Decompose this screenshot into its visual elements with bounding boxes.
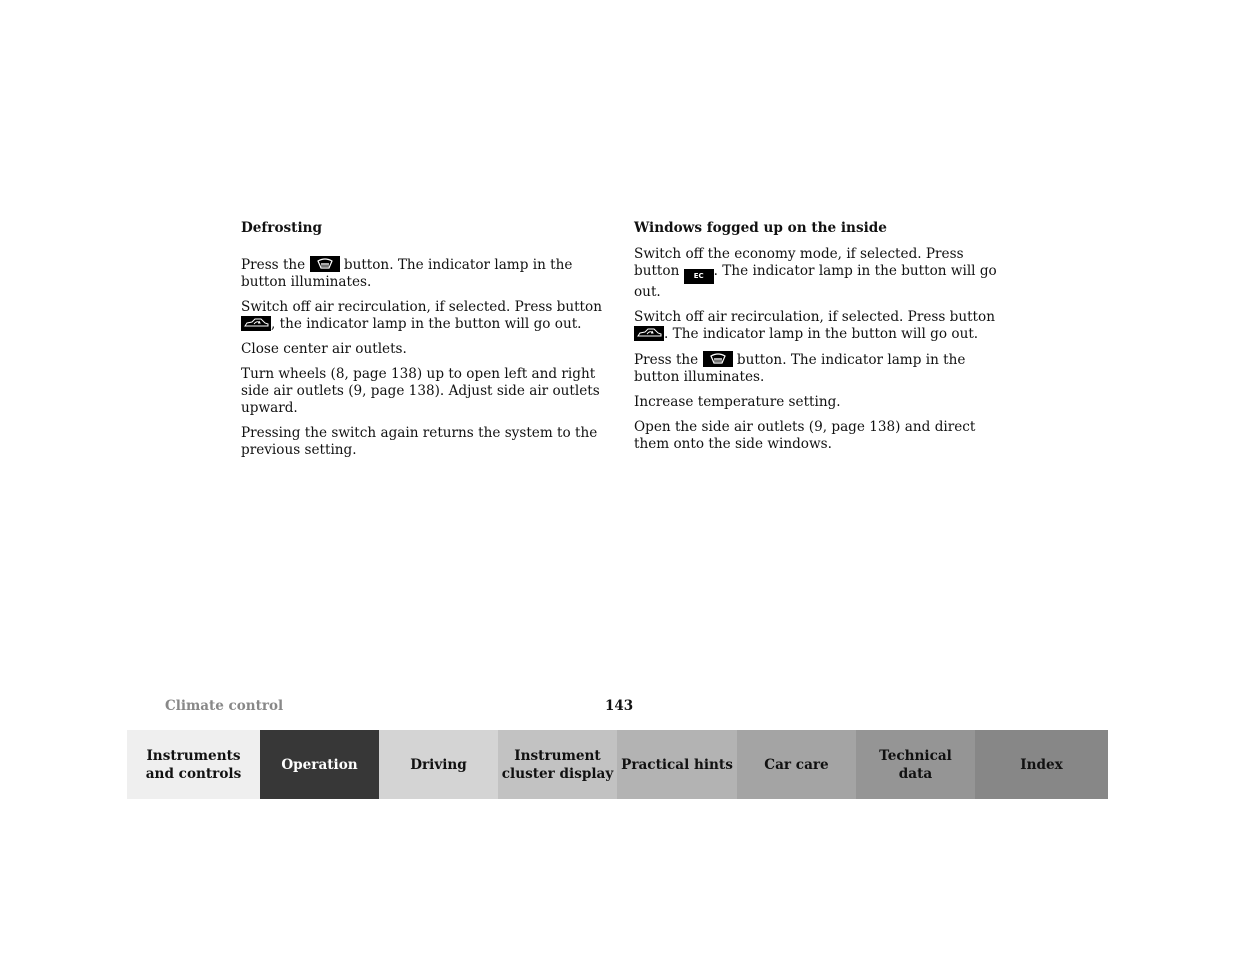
tab-label: Practical hints (621, 756, 733, 773)
tab-driving[interactable]: Driving (379, 730, 498, 799)
tab-label: Technical (879, 747, 952, 764)
text: . The indicator lamp in the button will … (664, 326, 979, 342)
tab-instrument-cluster-display[interactable]: Instrument cluster display (498, 730, 617, 799)
paragraph: Switch off air recirculation, if selecte… (634, 309, 999, 343)
tab-practical-hints[interactable]: Practical hints (617, 730, 737, 799)
defrost-button-icon (702, 351, 733, 367)
paragraph: Switch off air recirculation, if selecte… (241, 299, 611, 333)
section-heading: Windows fogged up on the inside (634, 220, 887, 236)
page-number: 143 (605, 698, 634, 714)
tab-label: Index (1020, 756, 1063, 773)
paragraph: Pressing the switch again returns the sy… (241, 425, 598, 458)
defrost-button-icon (309, 256, 340, 272)
text: Switch off air recirculation, if selecte… (241, 299, 602, 315)
paragraph: Increase temperature setting. (634, 394, 841, 410)
tab-instruments-and-controls[interactable]: Instruments and controls (127, 730, 260, 799)
tab-label: Instrument (514, 747, 601, 764)
economy-button-icon: EC (683, 269, 714, 284)
text: Press the (634, 352, 703, 368)
tab-label: cluster display (501, 765, 614, 782)
tab-label: and controls (145, 765, 242, 782)
section-heading: Defrosting (241, 220, 322, 236)
paragraph: Turn wheels (8, page 138) up to open lef… (241, 366, 600, 416)
tab-label: Instruments (146, 747, 241, 764)
paragraph: Open the side air outlets (9, page 138) … (634, 419, 976, 452)
tab-technical-data[interactable]: Technical data (856, 730, 975, 799)
tab-label: Operation (281, 756, 358, 773)
tab-index[interactable]: Index (975, 730, 1108, 799)
tab-label: data (898, 765, 933, 782)
paragraph: Press the button. The indicator lamp in … (241, 256, 611, 291)
windows-fogged-section: Windows fogged up on the inside Switch o… (634, 220, 999, 461)
text: , the indicator lamp in the button will … (271, 316, 582, 332)
paragraph: Close center air outlets. (241, 341, 407, 357)
text: Switch off air recirculation, if selecte… (634, 309, 995, 325)
tab-label: Driving (410, 756, 467, 773)
tab-operation[interactable]: Operation (260, 730, 379, 799)
air-recirculation-button-icon (241, 316, 271, 331)
paragraph: Switch off the economy mode, if selected… (634, 246, 999, 301)
text: Press the (241, 257, 310, 273)
tab-car-care[interactable]: Car care (737, 730, 856, 799)
tab-label: Car care (764, 756, 829, 773)
defrosting-section: Defrosting Press the button. The indicat… (241, 220, 611, 467)
chapter-nav: Instruments and controls Operation Drivin… (127, 730, 1108, 799)
paragraph: Press the button. The indicator lamp in … (634, 351, 999, 386)
section-title: Climate control (165, 698, 284, 714)
air-recirculation-button-icon (634, 326, 664, 341)
